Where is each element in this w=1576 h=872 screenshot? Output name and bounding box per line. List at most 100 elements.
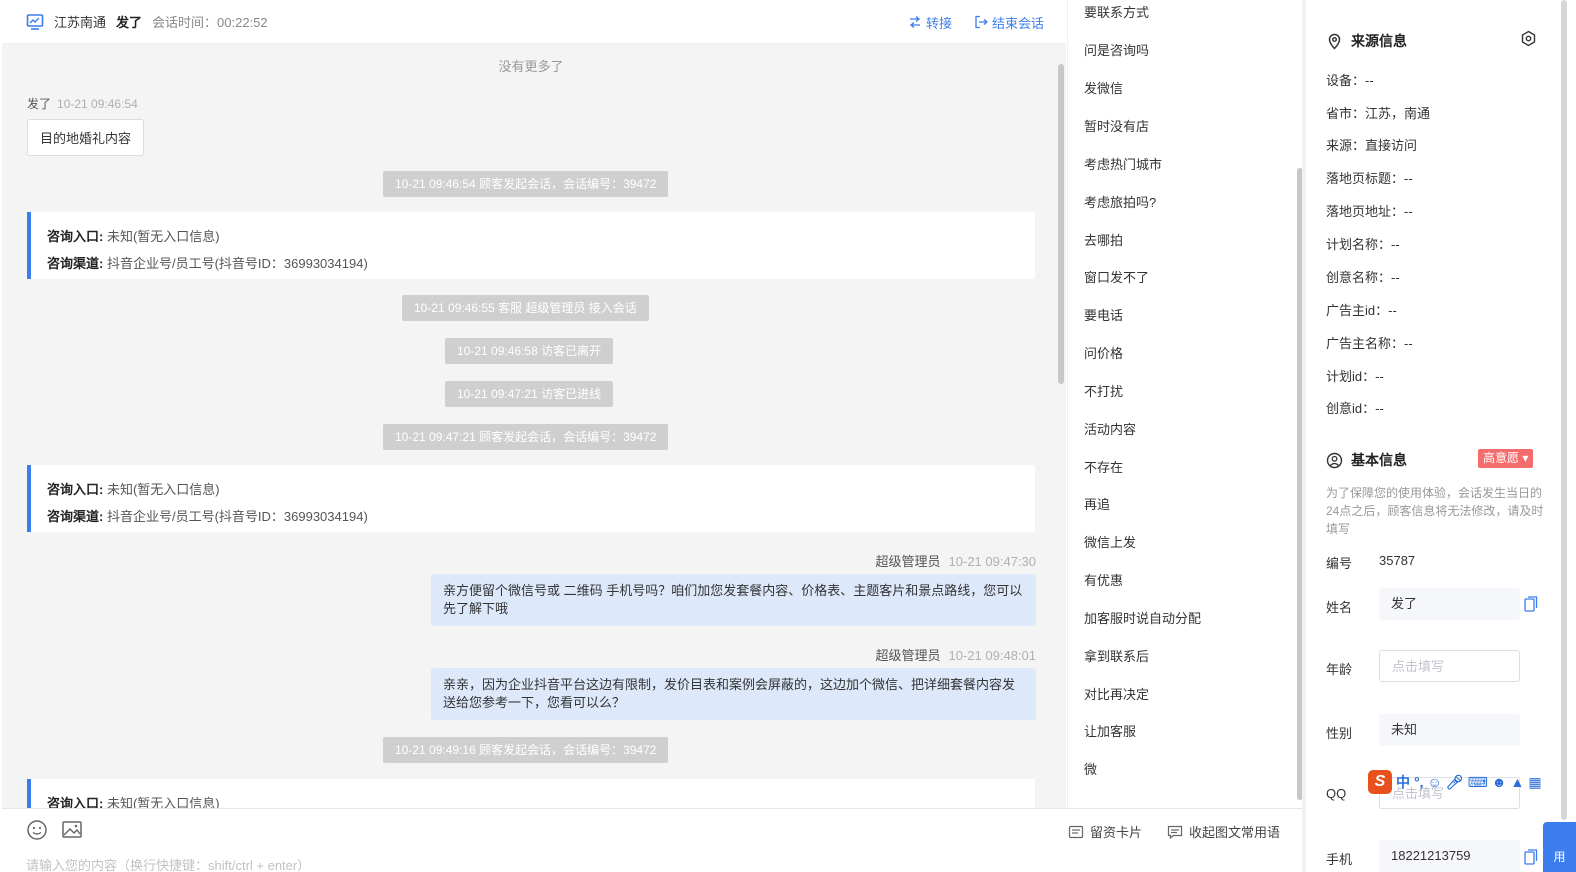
quick-reply-item[interactable]: 不打扰 bbox=[1084, 381, 1123, 400]
visitor-city: 江苏南通 bbox=[54, 15, 107, 30]
target-settings-icon[interactable] bbox=[1520, 30, 1537, 47]
entry-label: 咨询入口: bbox=[47, 482, 104, 497]
age-field[interactable]: 点击填写 bbox=[1379, 650, 1520, 682]
basic-info-title: 基本信息 bbox=[1326, 450, 1407, 470]
source-info-title: 来源信息 bbox=[1326, 31, 1407, 51]
quick-reply-item[interactable]: 有优惠 bbox=[1084, 570, 1123, 589]
no-more-text: 没有更多了 bbox=[498, 59, 564, 74]
name-label: 姓名 bbox=[1326, 600, 1353, 615]
quick-reply-item[interactable]: 问是咨询吗 bbox=[1084, 40, 1149, 59]
id-value: 35787 bbox=[1379, 553, 1416, 568]
system-message: 10-21 09:46:58 访客已离开 bbox=[445, 338, 614, 364]
age-label: 年龄 bbox=[1326, 662, 1353, 677]
collapse-phrases-button[interactable]: 收起图文常用语 bbox=[1167, 822, 1280, 841]
entry-value: 未知(暂无入口信息) bbox=[106, 796, 220, 808]
message-input-area[interactable]: 留资卡片 收起图文常用语 请输入您的内容（换行快捷键：shift/ctrl + … bbox=[2, 808, 1302, 872]
entry-value: 未知(暂无入口信息) bbox=[106, 482, 220, 497]
quick-reply-item[interactable]: 暂时没有店 bbox=[1084, 116, 1149, 135]
channel-value: 抖音企业号/员工号(抖音号ID：36993034194) bbox=[106, 256, 368, 271]
caret-down-icon: ▾ bbox=[1522, 451, 1529, 465]
source-info-row: 创意id：-- bbox=[1326, 401, 1384, 416]
smiley-icon[interactable]: ☺ bbox=[1428, 774, 1442, 790]
transfer-icon bbox=[909, 16, 920, 28]
agent-message-name: 超级管理员 bbox=[875, 648, 941, 663]
system-message: 10-21 09:46:55 客服 超级管理员 接入会话 bbox=[402, 295, 649, 321]
gender-label: 性别 bbox=[1326, 726, 1353, 741]
end-session-label: 结束会话 bbox=[991, 15, 1044, 31]
quick-reply-item[interactable]: 窗口发不了 bbox=[1084, 267, 1149, 286]
system-message: 10-21 09:49:16 顾客发起会话，会话编号：39472 bbox=[383, 737, 669, 763]
copy-icon[interactable] bbox=[1524, 849, 1538, 865]
quick-reply-item[interactable]: 再追 bbox=[1084, 494, 1110, 513]
quick-reply-item[interactable]: 不存在 bbox=[1084, 457, 1123, 476]
transfer-button[interactable]: 转接 bbox=[908, 13, 952, 32]
quick-reply-item[interactable]: 去哪拍 bbox=[1084, 230, 1123, 249]
collapse-phrases-label: 收起图文常用语 bbox=[1189, 825, 1281, 840]
message-input[interactable]: 请输入您的内容（换行快捷键：shift/ctrl + enter） bbox=[26, 855, 310, 872]
visitor-message-meta: 发了 10-21 09:46:54 bbox=[27, 95, 138, 112]
message-icon bbox=[1167, 825, 1183, 839]
gender-select[interactable]: 未知 bbox=[1379, 714, 1520, 746]
quick-reply-item[interactable]: 要电话 bbox=[1084, 305, 1123, 324]
quick-reply-item[interactable]: 考虑热门城市 bbox=[1084, 154, 1162, 173]
grid-icon[interactable]: ▦ bbox=[1528, 774, 1541, 791]
source-info-row: 计划名称：-- bbox=[1326, 237, 1400, 252]
keyboard-icon[interactable]: ⌨ bbox=[1468, 774, 1488, 791]
panel-scrollbar[interactable] bbox=[1561, 0, 1567, 820]
chat-scrollbar[interactable] bbox=[1058, 64, 1064, 384]
user-icon[interactable]: ☻ bbox=[1492, 774, 1507, 790]
agent-message-meta: 超级管理员 10-21 09:47:30 bbox=[876, 551, 1036, 570]
help-button-label: 用 bbox=[1553, 850, 1566, 864]
entry-value: 未知(暂无入口信息) bbox=[106, 229, 220, 244]
quick-reply-item[interactable]: 对比再决定 bbox=[1084, 684, 1149, 703]
lead-card-label: 留资卡片 bbox=[1090, 825, 1143, 840]
quick-reply-item[interactable]: 要联系方式 bbox=[1084, 2, 1149, 21]
chat-header: 江苏南通 发了 会话时间：00:22:52 转接 结束会话 bbox=[2, 0, 1066, 44]
monitor-icon bbox=[26, 13, 44, 30]
microphone-icon[interactable]: 🎤︎ bbox=[1446, 774, 1464, 791]
basic-info-label: 基本信息 bbox=[1351, 452, 1407, 468]
ime-chinese-mode[interactable]: 中 bbox=[1396, 772, 1410, 792]
visitor-message-time: 10-21 09:46:54 bbox=[57, 97, 138, 111]
emoji-icon[interactable] bbox=[26, 819, 48, 841]
visitor-message-name: 发了 bbox=[27, 97, 52, 111]
quick-reply-item[interactable]: 发微信 bbox=[1084, 78, 1123, 97]
quick-reply-item[interactable]: 活动内容 bbox=[1084, 419, 1136, 438]
customer-info-panel: 来源信息 设备：-- 省市：江苏，南通 来源：直接访问 落地页标题：-- 落地页… bbox=[1306, 0, 1576, 872]
quick-reply-item[interactable]: 问价格 bbox=[1084, 343, 1123, 362]
agent-message-bubble: 亲方便留个微信号或 二维码 手机号吗？咱们加您发套餐内容、价格表、主题客片和景点… bbox=[431, 574, 1036, 626]
source-info-row: 计划id：-- bbox=[1326, 369, 1384, 384]
ime-punctuation[interactable]: °, bbox=[1414, 774, 1424, 790]
source-info-row: 落地页地址：-- bbox=[1326, 204, 1413, 219]
user-circle-icon bbox=[1326, 452, 1343, 468]
ime-toolbar[interactable]: S 中 °, ☺ 🎤︎ ⌨ ☻ ▲ ▦ bbox=[1364, 767, 1576, 797]
quick-reply-item[interactable]: 微信上发 bbox=[1084, 532, 1136, 551]
system-message: 10-21 09:46:54 顾客发起会话，会话编号：39472 bbox=[383, 171, 669, 197]
end-session-button[interactable]: 结束会话 bbox=[974, 13, 1044, 32]
quick-reply-item[interactable]: 微 bbox=[1084, 759, 1097, 778]
help-button[interactable]: 用 bbox=[1543, 822, 1576, 872]
quick-reply-item[interactable]: 让加客服 bbox=[1084, 721, 1136, 740]
quick-reply-item[interactable]: 考虑旅拍吗? bbox=[1084, 192, 1156, 211]
source-info-row: 设备：-- bbox=[1326, 73, 1374, 88]
system-message: 10-21 09:47:21 访客已进线 bbox=[445, 381, 614, 407]
quick-reply-item[interactable]: 加客服时说自动分配 bbox=[1084, 608, 1201, 627]
copy-icon[interactable] bbox=[1524, 596, 1538, 612]
channel-label: 咨询渠道: bbox=[47, 509, 104, 524]
consult-info-block: 咨询入口: 未知(暂无入口信息) 咨询渠道: 抖音企业号/员工号(抖音号ID：3… bbox=[27, 465, 1035, 532]
name-field[interactable]: 发了 bbox=[1379, 588, 1520, 620]
shirt-icon[interactable]: ▲ bbox=[1511, 774, 1525, 790]
sogou-logo-icon[interactable]: S bbox=[1368, 770, 1392, 794]
intent-level-dropdown[interactable]: 高意愿 ▾ bbox=[1478, 449, 1534, 468]
edit-deadline-note: 为了保障您的使用体验，会话发生当日的24点之后，顾客信息将无法修改，请及时填写 bbox=[1326, 486, 1544, 536]
phone-field[interactable]: 18221213759 bbox=[1379, 840, 1520, 872]
chat-area[interactable]: 没有更多了 发了 10-21 09:46:54 目的地婚礼内容 10-21 09:… bbox=[2, 44, 1066, 808]
agent-message-bubble: 亲亲，因为企业抖音平台这边有限制，发价目表和案例会屏蔽的，这边加个微信、把详细套… bbox=[431, 668, 1036, 720]
image-icon[interactable] bbox=[61, 819, 83, 841]
lead-card-button[interactable]: 留资卡片 bbox=[1068, 822, 1142, 841]
agent-message-meta: 超级管理员 10-21 09:48:01 bbox=[876, 645, 1036, 664]
source-info-row: 落地页标题：-- bbox=[1326, 171, 1413, 186]
quick-reply-item[interactable]: 拿到联系后 bbox=[1084, 646, 1149, 665]
session-time: 会话时间：00:22:52 bbox=[152, 15, 268, 30]
id-label: 编号 bbox=[1326, 556, 1353, 571]
